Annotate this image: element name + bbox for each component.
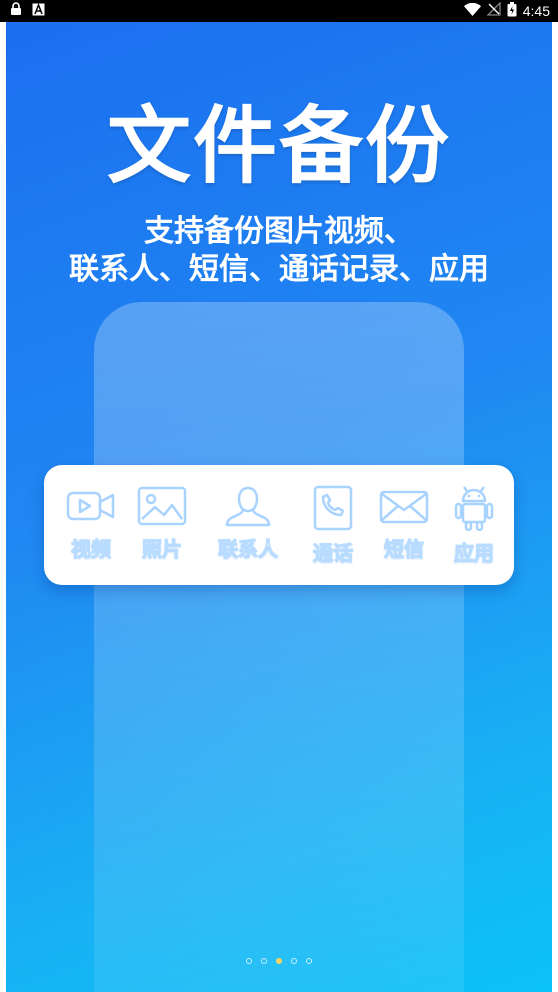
category-label: 联系人 [218, 537, 279, 562]
phone-mockup [94, 302, 464, 992]
android-icon [448, 485, 500, 531]
status-bar: 4:45 [0, 0, 558, 22]
category-photo[interactable]: 照片 [127, 485, 197, 567]
category-call[interactable]: 通话 [298, 485, 368, 567]
lock-icon [10, 2, 22, 20]
video-icon [65, 485, 117, 527]
subtitle-line-2: 联系人、短信、通话记录、应用 [69, 252, 489, 287]
page-dot[interactable] [291, 958, 297, 964]
message-icon [378, 485, 430, 527]
category-label: 视频 [71, 537, 112, 562]
photo-icon [136, 485, 188, 527]
phone-call-icon [307, 485, 359, 531]
a-icon [32, 2, 45, 20]
wifi-icon [463, 2, 481, 20]
page-dot[interactable] [246, 958, 252, 964]
page-indicator [6, 958, 552, 964]
page-dot[interactable] [261, 958, 267, 964]
onboarding-screen[interactable]: 文件备份 支持备份图片视频、 联系人、短信、通话记录、应用 视频 照片 联系人 … [6, 22, 552, 992]
battery-icon [507, 1, 517, 21]
status-time: 4:45 [522, 3, 550, 19]
page-dot-active[interactable] [276, 958, 282, 964]
category-message[interactable]: 短信 [369, 485, 439, 567]
category-label: 照片 [142, 537, 183, 562]
page-dot[interactable] [306, 958, 312, 964]
category-label: 通话 [313, 541, 354, 566]
backup-category-card: 视频 照片 联系人 通话 短信 应用 [44, 465, 514, 585]
category-video[interactable]: 视频 [56, 485, 126, 567]
category-label: 短信 [384, 537, 425, 562]
category-contacts[interactable]: 联系人 [206, 485, 290, 567]
contact-icon [222, 485, 274, 527]
category-apps[interactable]: 应用 [439, 485, 509, 567]
no-signal-icon [486, 1, 501, 20]
category-label: 应用 [454, 541, 495, 566]
subtitle-line-1: 支持备份图片视频、 [144, 214, 414, 249]
page-title: 文件备份 [106, 97, 451, 195]
